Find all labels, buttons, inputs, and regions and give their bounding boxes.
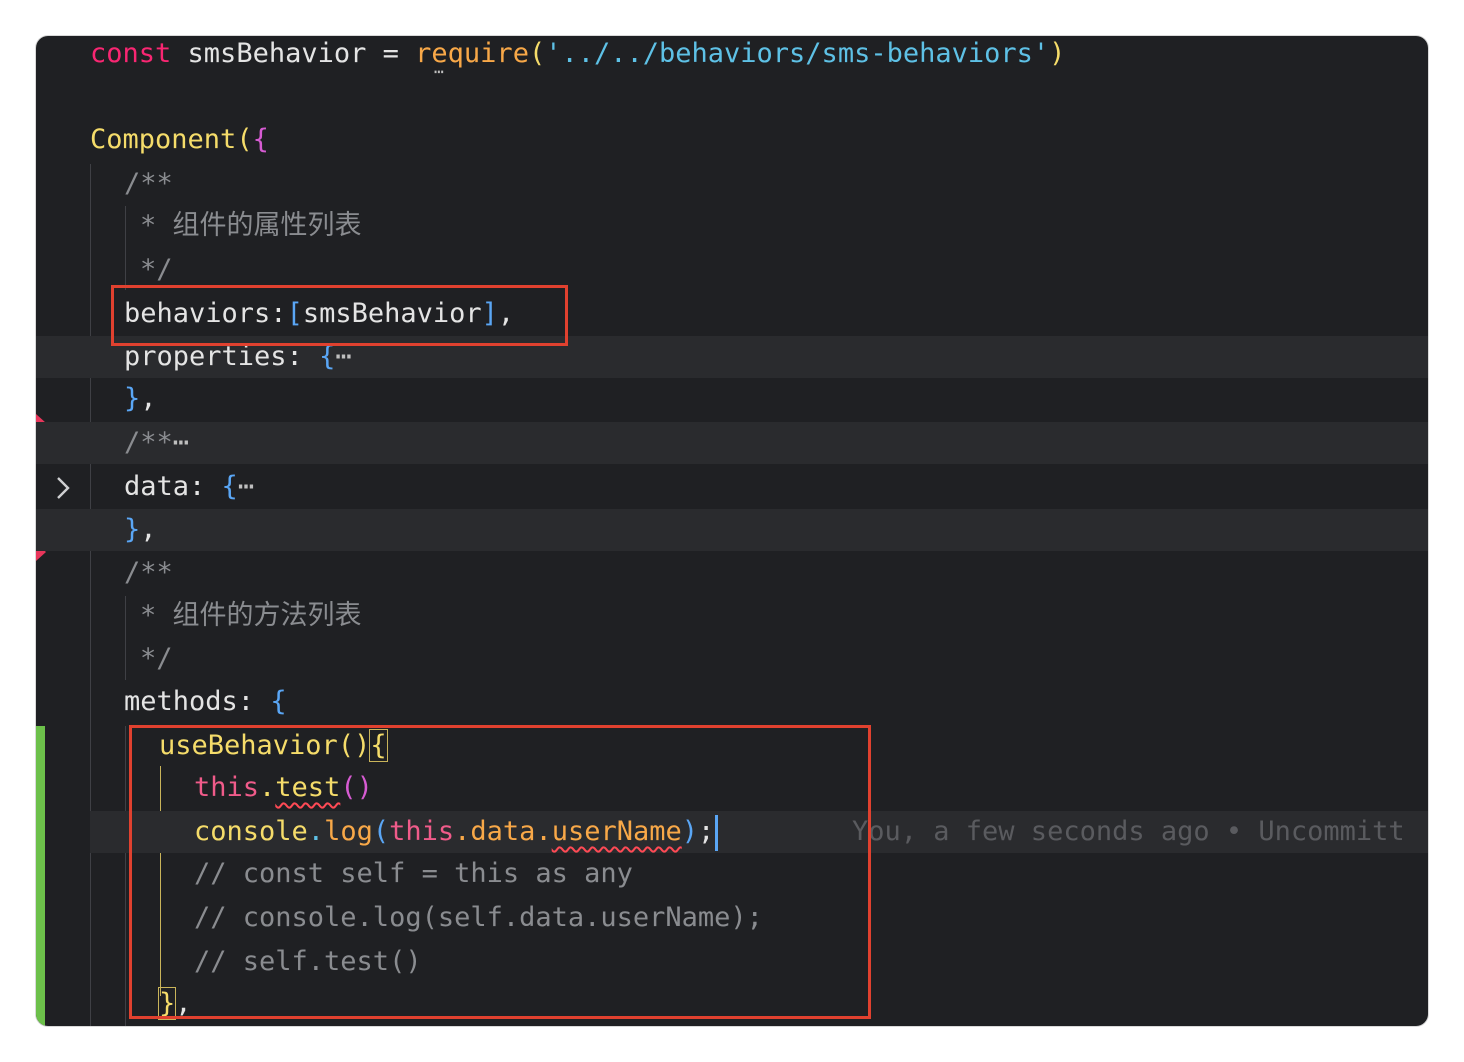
code-line-collapsed-comment[interactable]: /**⋯ [36,422,1428,464]
code-line-require[interactable]: const smsBehavior = require('../../behav… [36,36,1428,75]
methods-key: methods: [124,686,255,717]
git-blame-annotation: You, a few seconds ago • Uncommitt [852,816,1405,847]
code-line-comment[interactable]: */ [36,638,1428,680]
keyword-const: const [90,38,172,69]
comma: , [140,383,157,414]
close-brace: } [124,514,141,545]
operator-equals: = [382,38,399,69]
component-function: Component [90,124,237,155]
annotation-box-use-behavior [129,725,871,1019]
fold-ellipsis-icon[interactable]: ⋯ [238,471,254,502]
code-line-comment[interactable]: /** [36,552,1428,594]
code-line-methods[interactable]: methods: { [36,681,1428,723]
comment-start: /** [124,557,173,588]
code-line-data-close[interactable]: }, [36,509,1428,551]
comment-body: * 组件的方法列表 [140,600,362,631]
variable-name: smsBehavior [187,38,367,69]
open-brace: { [221,471,238,502]
comment-start: /** [124,427,173,458]
open-paren: ( [236,124,253,155]
fold-ellipsis-icon[interactable]: ⋯ [173,427,189,458]
open-brace: { [270,686,287,717]
code-editor-window: const smsBehavior = require('../../behav… [36,36,1428,1026]
comment-body: * 组件的属性列表 [140,210,362,241]
code-line-properties-close[interactable]: }, [36,378,1428,420]
annotation-box-behaviors [111,285,568,346]
open-brace: { [252,124,269,155]
comment-end: */ [140,643,173,674]
code-line-data-folded[interactable]: data: {⋯ [36,466,1428,508]
comment-start: /** [124,168,173,199]
close-paren: ) [1049,38,1066,69]
code-line-comment[interactable]: * 组件的属性列表 [36,205,1428,247]
data-key: data: [124,471,206,502]
code-line-component[interactable]: Component({ [36,119,1428,161]
code-line-comment[interactable]: /** [36,163,1428,205]
code-line-comment[interactable]: * 组件的方法列表 [36,595,1428,637]
open-paren: ( [528,38,546,69]
close-brace: } [124,383,141,414]
ellipsis-hint-icon: ⋯ [434,62,444,81]
require-function: require [415,38,529,69]
comma: , [140,514,157,545]
require-path-string: '../../behaviors/sms-behaviors' [545,38,1050,69]
